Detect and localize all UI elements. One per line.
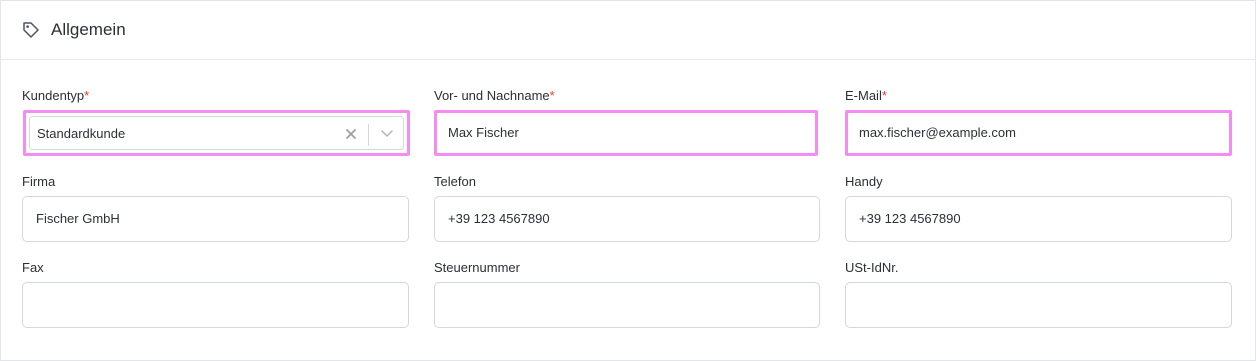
handy-input[interactable]: +39 123 4567890 bbox=[845, 196, 1232, 242]
fax-label: Fax bbox=[22, 260, 44, 275]
email-label-text: E-Mail bbox=[845, 88, 882, 103]
telefon-label: Telefon bbox=[434, 174, 476, 189]
name-input[interactable]: Max Fischer bbox=[434, 110, 818, 156]
kundentyp-label-text: Kundentyp bbox=[22, 88, 85, 103]
telefon-input[interactable]: +39 123 4567890 bbox=[434, 196, 820, 242]
section-header: Allgemein bbox=[1, 1, 1255, 60]
required-marker: * bbox=[549, 88, 555, 103]
select-separator bbox=[368, 124, 369, 146]
firma-label: Firma bbox=[22, 174, 56, 189]
kundentyp-select-control[interactable]: Standardkunde bbox=[29, 116, 404, 150]
chevron-down-icon[interactable] bbox=[380, 128, 394, 140]
kundentyp-label: Kundentyp* bbox=[22, 88, 89, 104]
steuernummer-label: Steuernummer bbox=[434, 260, 520, 275]
steuernummer-input[interactable] bbox=[434, 282, 820, 328]
clear-icon[interactable] bbox=[345, 128, 357, 140]
tag-icon bbox=[23, 22, 39, 38]
email-input[interactable]: max.fischer@example.com bbox=[845, 110, 1232, 156]
ustid-label: USt-IdNr. bbox=[845, 260, 899, 275]
kundentyp-select[interactable]: Standardkunde bbox=[23, 110, 410, 156]
email-label: E-Mail* bbox=[845, 88, 887, 104]
ustid-input[interactable] bbox=[845, 282, 1232, 328]
name-label-text: Vor- und Nachname bbox=[434, 88, 550, 103]
handy-label: Handy bbox=[845, 174, 883, 189]
fax-input[interactable] bbox=[22, 282, 409, 328]
firma-input[interactable]: Fischer GmbH bbox=[22, 196, 409, 242]
name-label: Vor- und Nachname* bbox=[434, 88, 555, 104]
section-title: Allgemein bbox=[51, 20, 126, 39]
required-marker: * bbox=[881, 88, 887, 103]
kundentyp-select-value: Standardkunde bbox=[37, 126, 126, 141]
required-marker: * bbox=[84, 88, 90, 103]
